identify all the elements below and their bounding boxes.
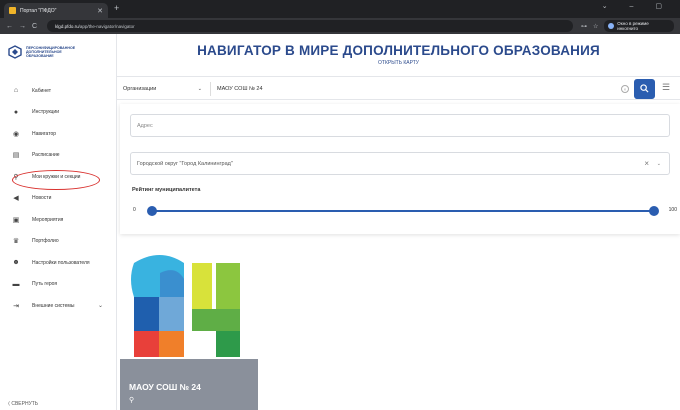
search-icon (640, 84, 649, 93)
district-select[interactable]: Городской округ "Город Калининград" × ⌄ (130, 152, 670, 175)
reload-icon[interactable]: C (32, 23, 37, 30)
help-icon: ● (13, 108, 19, 116)
highlight-circle (12, 170, 100, 190)
incognito-badge[interactable]: Окно в режиме инкогнито (604, 20, 674, 32)
sidebar-item-label: Новости (32, 195, 52, 202)
incognito-icon (608, 23, 615, 29)
sidebar-item-external-systems[interactable]: ⇥ Внешние системы ⌄ (0, 295, 117, 317)
incognito-label: Окно в режиме инкогнито (617, 21, 649, 31)
sidebar-item-label: Путь героя (32, 281, 58, 288)
location-pin-icon[interactable]: ⚲ (129, 396, 134, 404)
trophy-icon: ♛ (12, 238, 20, 246)
browser-tab-strip: Портал "ПФДО" ✕ + ⌄ – ▢ (0, 0, 680, 18)
event-icon: ▣ (12, 216, 20, 224)
organization-logo (120, 253, 258, 359)
collapse-label: СВЕРНУТЬ (11, 401, 39, 407)
logo-text: ПЕРСОНИФИЦИРОВАННОЕ ДОПОЛНИТЕЛЬНОЕ ОБРАЗ… (26, 46, 76, 58)
chevron-down-icon: ⌄ (197, 86, 202, 92)
rating-slider-track[interactable] (150, 210, 655, 212)
url-path: /app/the-navigator/navigator (78, 23, 135, 29)
sidebar-item-label: Настройки пользователя (32, 259, 90, 266)
exit-icon: ⇥ (13, 302, 19, 310)
rating-label: Рейтинг муниципалитета (132, 187, 201, 193)
sidebar-item-instructions[interactable]: ● Инструкции (0, 102, 117, 124)
sidebar-item-cabinet[interactable]: ⌂ Кабинет (0, 80, 117, 102)
search-query: МАОУ СОШ № 24 (217, 86, 263, 92)
share-icon[interactable]: ⊶ (581, 23, 587, 30)
sidebar-nav: ⌂ Кабинет ● Инструкции ◉ Навигатор ▤ Рас… (0, 80, 117, 317)
new-tab-icon[interactable]: + (114, 3, 119, 13)
compass-icon: ◉ (12, 130, 20, 138)
sidebar-item-label: Мероприятия (32, 216, 64, 223)
organization-card[interactable]: МАОУ СОШ № 24 ⚲ (120, 253, 258, 410)
user-settings-icon: ☻ (12, 259, 20, 267)
clear-icon[interactable]: × (621, 85, 629, 93)
chevron-down-icon: ⌄ (656, 160, 661, 167)
sidebar-item-label: Расписание (32, 152, 60, 159)
search-type-select[interactable]: Организации ⌄ (123, 82, 211, 96)
sidebar-item-label: Инструкции (32, 109, 60, 116)
sidebar-item-news[interactable]: ◀ Новости (0, 188, 117, 210)
page-title: НАВИГАТОР В МИРЕ ДОПОЛНИТЕЛЬНОГО ОБРАЗОВ… (197, 43, 600, 58)
site-favicon-icon (9, 7, 16, 14)
sidebar-item-user-settings[interactable]: ☻ Настройки пользователя (0, 252, 117, 274)
page-header: НАВИГАТОР В МИРЕ ДОПОЛНИТЕЛЬНОГО ОБРАЗОВ… (117, 34, 680, 72)
search-bar: Организации ⌄ МАОУ СОШ № 24 × ☰ (117, 76, 680, 100)
sidebar-item-schedule[interactable]: ▤ Расписание (0, 145, 117, 167)
window-controls[interactable]: ⌄ – ▢ (602, 2, 672, 10)
search-button[interactable] (634, 79, 655, 99)
chevron-down-icon: ⌄ (97, 303, 103, 310)
rating-min-handle[interactable] (147, 205, 157, 216)
sidebar-item-label: Портфолио (32, 238, 59, 245)
bookmark-star-icon[interactable]: ☆ (593, 23, 598, 30)
browser-tab[interactable]: Портал "ПФДО" ✕ (4, 3, 108, 18)
search-type-value: Организации (123, 86, 157, 92)
sidebar-item-portfolio[interactable]: ♛ Портфолио (0, 231, 117, 253)
car-icon: ▬ (12, 280, 20, 288)
sidebar-item-hero-path[interactable]: ▬ Путь героя (0, 274, 117, 296)
browser-toolbar: ← → C klgd.pfdo.ru /app/the-navigator/na… (0, 18, 680, 34)
card-footer: МАОУ СОШ № 24 ⚲ (120, 359, 258, 410)
calendar-icon: ▤ (12, 152, 20, 160)
filters-panel: Адрес Городской округ "Город Калининград… (120, 104, 680, 234)
collapse-button[interactable]: ⟨ СВЕРНУТЬ (8, 401, 38, 407)
address-placeholder: Адрес (137, 122, 153, 129)
back-icon[interactable]: ← (6, 23, 13, 30)
rating-max-value: 100 (668, 207, 677, 213)
open-map-link[interactable]: ОТКРЫТЬ КАРТУ (117, 60, 680, 66)
sidebar-item-label: Кабинет (32, 87, 52, 94)
address-bar[interactable]: klgd.pfdo.ru /app/the-navigator/navigato… (47, 20, 573, 32)
tab-close-icon[interactable]: ✕ (97, 7, 103, 15)
sidebar-item-navigator[interactable]: ◉ Навигатор (0, 123, 117, 145)
list-view-icon[interactable]: ☰ (662, 82, 670, 93)
rating-min-value: 0 (133, 207, 136, 213)
district-value: Городской округ "Город Калининград" (137, 160, 233, 167)
sidebar-item-events[interactable]: ▣ Мероприятия (0, 209, 117, 231)
home-icon: ⌂ (13, 87, 19, 95)
logo[interactable]: ПЕРСОНИФИЦИРОВАННОЕ ДОПОЛНИТЕЛЬНОЕ ОБРАЗ… (8, 45, 86, 59)
organization-name: МАОУ СОШ № 24 (129, 382, 201, 392)
forward-icon[interactable]: → (19, 23, 26, 30)
sidebar-item-label: Внешние системы (32, 302, 75, 309)
logo-mark-icon (8, 45, 22, 59)
url-host: klgd.pfdo.ru (55, 23, 79, 29)
school-24-logo-icon (131, 255, 240, 357)
search-input[interactable]: МАОУ СОШ № 24 (217, 82, 617, 96)
rating-max-handle[interactable] (649, 205, 659, 216)
clear-icon[interactable]: × (644, 159, 649, 168)
megaphone-icon: ◀ (13, 195, 19, 203)
tab-title: Портал "ПФДО" (20, 7, 57, 14)
sidebar-item-label: Навигатор (32, 130, 57, 137)
address-field[interactable]: Адрес (130, 114, 670, 137)
sidebar: ПЕРСОНИФИЦИРОВАННОЕ ДОПОЛНИТЕЛЬНОЕ ОБРАЗ… (0, 34, 117, 410)
